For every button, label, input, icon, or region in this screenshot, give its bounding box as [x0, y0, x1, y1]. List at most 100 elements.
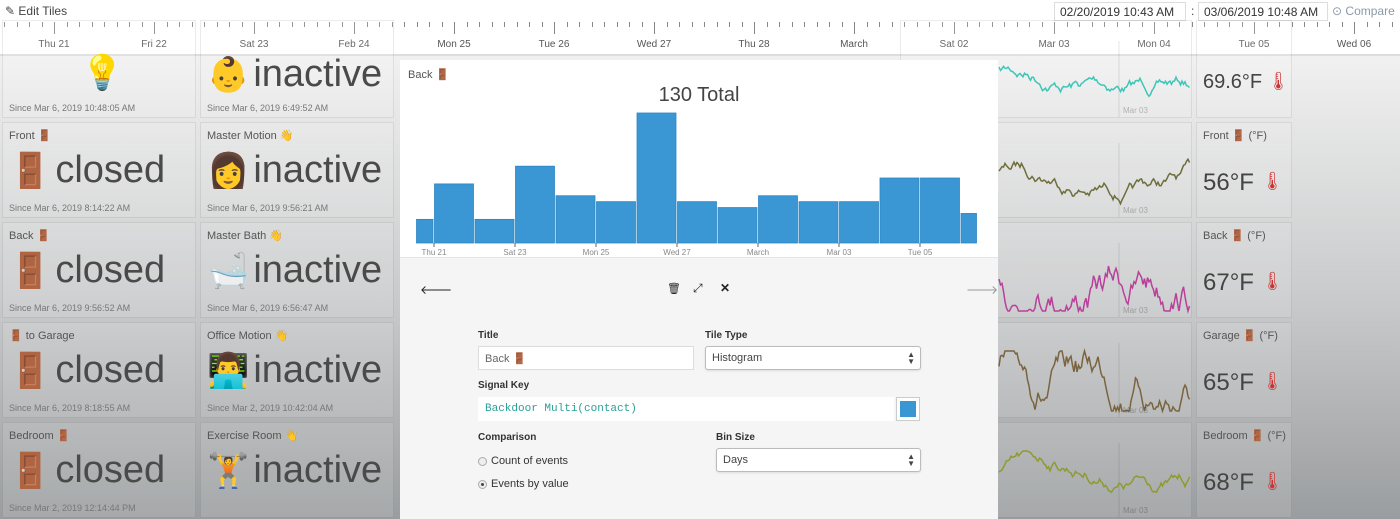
radio-events-by-value[interactable]: Events by value — [478, 478, 569, 490]
start-date-input[interactable]: 02/20/2019 10:43 AM — [1054, 2, 1186, 21]
tile-state: 🛁 inactive — [207, 249, 382, 292]
histogram-bar — [758, 195, 798, 244]
timeline-tick — [866, 22, 868, 27]
person-icon: 🛁 — [207, 251, 250, 290]
timeline-label: Mon 25 — [437, 39, 471, 50]
timeline-tick — [616, 22, 618, 27]
radio-button[interactable] — [478, 456, 487, 466]
histogram-bar — [555, 195, 596, 244]
since-timestamp: Since Mar 6, 2019 6:56:47 AM — [207, 303, 329, 313]
timeline-tick — [891, 22, 893, 27]
timeline-label: Tue 26 — [538, 39, 570, 50]
signal-color-picker[interactable] — [896, 397, 920, 421]
timeline-tick — [466, 22, 468, 27]
histogram-bar — [879, 177, 920, 244]
arrow-right-icon[interactable]: 🡒 — [966, 282, 998, 297]
timeline-tick — [716, 22, 718, 27]
compare-label: Compare — [1345, 4, 1395, 18]
status-tile[interactable]: 👶 inactive Since Mar 6, 2019 6:49:52 AM — [200, 20, 394, 118]
timeline-tick — [491, 22, 493, 27]
histogram-bar — [515, 165, 555, 244]
timeline-tick — [766, 22, 768, 27]
status-tile[interactable]: Back 🚪 🚪 closed Since Mar 6, 2019 9:56:52 A… — [2, 222, 196, 318]
timeline-tick — [654, 22, 655, 34]
x-tick-label: Thu 21 — [422, 248, 447, 257]
tile-state: 🚪 closed — [9, 349, 165, 392]
timeline-tick — [529, 22, 530, 27]
tile-title: Back 🚪 — [9, 230, 51, 242]
temperature-tile[interactable]: Bedroom 🚪 (°F) 68°F 🌡 — [1196, 422, 1292, 518]
status-tile[interactable]: 💡 Since Mar 6, 2019 10:48:05 AM — [2, 20, 196, 118]
timeline-tick — [554, 22, 555, 34]
temperature-tile[interactable]: Back 🚪 (°F) 67°F 🌡 — [1196, 222, 1292, 318]
arrow-left-icon[interactable]: 🡐 — [420, 282, 452, 297]
select-arrows-icon: ▲ ▼ — [907, 452, 915, 468]
timeline-tick — [779, 22, 780, 27]
status-tile[interactable]: Exercise Room 👋 🏋 inactive — [200, 422, 394, 518]
radio-label: Events by value — [491, 478, 569, 490]
timeline-tick — [729, 22, 730, 27]
timeline-tick — [404, 22, 405, 27]
timeline-tick — [854, 22, 855, 34]
radio-button-selected[interactable] — [478, 479, 487, 489]
tile-type-label: Tile Type — [705, 330, 748, 341]
end-date-input[interactable]: 03/06/2019 10:48 AM — [1198, 2, 1328, 21]
timeline-tick — [816, 22, 818, 27]
state-value: inactive — [253, 349, 383, 391]
tile-title: Front 🚪 (°F) — [1203, 130, 1267, 142]
timeline-tick — [629, 22, 630, 27]
state-value: inactive — [253, 149, 383, 191]
status-tile[interactable]: Master Bath 👋 🛁 inactive Since Mar 6, 2019 … — [200, 222, 394, 318]
timeline-tick — [754, 22, 755, 34]
timeline-tick — [416, 22, 418, 27]
timeline-tick — [691, 22, 693, 27]
color-swatch — [900, 401, 916, 417]
timeline-tick — [641, 22, 643, 27]
status-tile[interactable]: Front 🚪 🚪 closed Since Mar 6, 2019 8:14:22 … — [2, 122, 196, 218]
title-input[interactable]: Back 🚪 — [478, 346, 694, 370]
tile-title: Bedroom 🚪 — [9, 430, 71, 442]
status-tile[interactable]: Office Motion 👋 👨‍💻 inactive Since Mar 2, 2… — [200, 322, 394, 418]
since-timestamp: Since Mar 2, 2019 12:14:44 PM — [9, 503, 136, 513]
timeline-tick — [429, 22, 430, 27]
expand-icon[interactable]: ⤢ — [693, 281, 703, 296]
tile-type-value: Histogram — [712, 352, 763, 364]
tile-state: 🚪 closed — [9, 449, 165, 492]
radio-count-of-events[interactable]: Count of events — [478, 455, 568, 467]
x-tick-label: Tue 05 — [908, 248, 933, 257]
tile-type-select[interactable]: Histogram ▲ ▼ — [705, 346, 921, 370]
state-value: closed — [55, 449, 166, 491]
histogram-bar — [677, 201, 717, 244]
date-separator: : — [1191, 4, 1195, 18]
timeline-tick — [1341, 22, 1343, 27]
timeline-tick — [454, 22, 455, 34]
status-tile[interactable]: 🚪 to Garage 🚪 closed Since Mar 6, 2019 8:18… — [2, 322, 196, 418]
histogram-bar — [920, 177, 960, 244]
tile-title: Office Motion 👋 — [207, 330, 289, 342]
since-timestamp: Since Mar 6, 2019 6:49:52 AM — [207, 103, 329, 113]
bin-size-select[interactable]: Days ▲ ▼ — [716, 448, 921, 472]
temperature-tile[interactable]: 69.6°F 🌡 — [1196, 20, 1292, 118]
sparkline-axis-label: Mar 03 — [1123, 106, 1148, 115]
timeline-tick — [541, 22, 543, 27]
histogram-chart: Thu 21 Sat 23 Mon 25 Wed 27 March Mar 03 Tue 0… — [416, 112, 977, 257]
timeline-tick — [1354, 22, 1355, 34]
tile-title: Exercise Room 👋 — [207, 430, 299, 442]
x-tick-label: Wed 27 — [663, 248, 691, 257]
close-icon[interactable]: ✕ — [720, 281, 730, 295]
signal-key-input[interactable]: Backdoor Multi(contact) — [478, 397, 894, 421]
temperature-tile[interactable]: Front 🚪 (°F) 56°F 🌡 — [1196, 122, 1292, 218]
status-tile[interactable]: Bedroom 🚪 🚪 closed Since Mar 2, 2019 12:14:… — [2, 422, 196, 518]
temperature-tile[interactable]: Garage 🚪 (°F) 65°F 🌡 — [1196, 322, 1292, 418]
histogram-bar — [416, 218, 434, 244]
status-tile[interactable]: Master Motion 👋 👩 inactive Since Mar 6, 201… — [200, 122, 394, 218]
tile-title: Master Motion 👋 — [207, 130, 294, 142]
edit-tiles-button[interactable]: ✎ Edit Tiles — [5, 4, 67, 18]
histogram-bar — [839, 201, 879, 244]
compare-button[interactable]: ⊙ Compare — [1332, 4, 1395, 18]
trash-icon[interactable]: 🗑 — [667, 282, 681, 295]
timeline-tick — [841, 22, 843, 27]
x-tick-label: March — [747, 248, 769, 257]
timeline-tick — [604, 22, 605, 27]
radio-label: Count of events — [491, 455, 569, 467]
